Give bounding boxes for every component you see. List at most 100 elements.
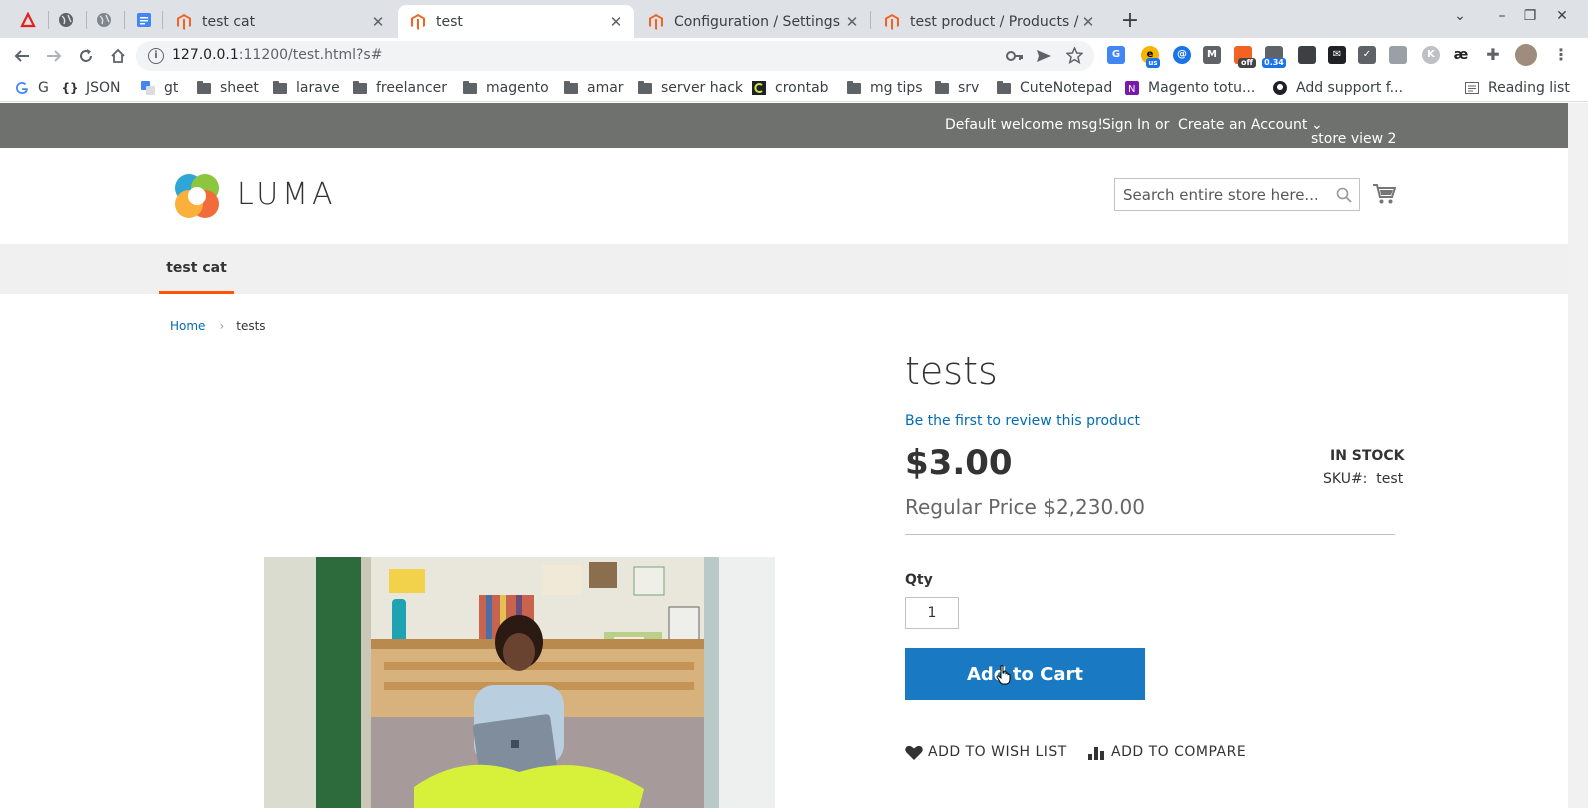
info-icon[interactable]: i bbox=[148, 48, 164, 64]
reload-button[interactable] bbox=[74, 44, 98, 68]
sku-label: SKU#: bbox=[1323, 471, 1368, 487]
search-icon[interactable] bbox=[1336, 187, 1352, 203]
reading-list-button[interactable]: Reading list bbox=[1464, 79, 1570, 97]
home-icon bbox=[111, 48, 125, 63]
compare-label: ADD TO COMPARE bbox=[1111, 744, 1247, 760]
close-icon[interactable]: ✕ bbox=[1080, 13, 1096, 31]
gmail-extension-icon[interactable]: M bbox=[1203, 46, 1221, 64]
bookmark-json[interactable]: {} JSON bbox=[61, 79, 120, 97]
tab-test[interactable]: test ✕ bbox=[398, 5, 634, 38]
tab-search-icon[interactable]: ⌄ bbox=[1450, 8, 1470, 24]
bookmark-sheet[interactable]: sheet bbox=[196, 79, 259, 97]
folder-icon bbox=[272, 80, 288, 95]
folder-icon bbox=[637, 80, 653, 95]
magento-icon bbox=[410, 13, 426, 30]
divider bbox=[905, 534, 1395, 535]
breadcrumb-current: tests bbox=[236, 319, 266, 333]
sku: SKU#: test bbox=[1323, 471, 1403, 487]
bookmark-server-hack[interactable]: server hack bbox=[637, 79, 743, 97]
top-panel-header: Default welcome msg! Sign In or Create a… bbox=[0, 103, 1568, 148]
scrollbar[interactable] bbox=[1568, 103, 1588, 808]
bookmark-g[interactable]: G bbox=[14, 79, 49, 97]
back-button[interactable] bbox=[10, 44, 34, 68]
search-box bbox=[1114, 178, 1360, 211]
menu-icon[interactable]: ⋮ bbox=[1552, 46, 1570, 64]
maximize-icon[interactable]: ❐ bbox=[1520, 8, 1540, 24]
k-extension-icon[interactable]: K bbox=[1422, 46, 1440, 64]
off-badge: off bbox=[1238, 58, 1256, 68]
key-icon[interactable] bbox=[1006, 50, 1024, 62]
pinned-tab-docs[interactable] bbox=[126, 6, 162, 34]
google-translate-extension-icon[interactable]: G bbox=[1107, 46, 1125, 64]
create-account-link[interactable]: Create an Account bbox=[1178, 117, 1307, 133]
tab-test-product[interactable]: test product / Products / ✕ bbox=[872, 5, 1106, 38]
minimize-icon[interactable]: – bbox=[1492, 8, 1512, 24]
reload-icon bbox=[80, 49, 92, 62]
puzzle-icon[interactable]: ✚ bbox=[1484, 46, 1502, 64]
close-icon[interactable]: ✕ bbox=[844, 13, 860, 31]
add-to-wishlist-link[interactable]: ADD TO WISH LIST bbox=[905, 744, 1067, 760]
bookmark-larave[interactable]: larave bbox=[272, 79, 340, 97]
folder-icon bbox=[996, 80, 1012, 95]
close-icon[interactable]: ✕ bbox=[608, 13, 624, 31]
bookmark-gt[interactable]: gt bbox=[140, 79, 178, 97]
ae-extension-icon[interactable]: æ bbox=[1452, 46, 1470, 64]
tab-test-cat[interactable]: test cat ✕ bbox=[164, 5, 396, 38]
qty-label: Qty bbox=[905, 572, 933, 588]
add-to-cart-button[interactable]: Add to Cart bbox=[905, 648, 1145, 700]
home-button[interactable] bbox=[106, 44, 130, 68]
store-view-switcher[interactable]: store view 2 ⌄ bbox=[1311, 117, 1396, 147]
pinned-tab-globe-2[interactable] bbox=[86, 6, 122, 34]
bookmark-label: srv bbox=[958, 80, 980, 96]
forward-button[interactable] bbox=[42, 44, 66, 68]
bookmark-magento-totu[interactable]: N Magento totu... bbox=[1124, 79, 1255, 97]
para-extension-icon[interactable] bbox=[1389, 46, 1407, 64]
tool-extension-icon[interactable]: ✓ bbox=[1358, 46, 1376, 64]
at-extension-icon[interactable]: @ bbox=[1173, 46, 1191, 64]
close-window-icon[interactable]: ✕ bbox=[1552, 8, 1572, 24]
price-badge: 0.34 bbox=[1262, 58, 1286, 68]
chevron-right-icon: › bbox=[219, 319, 225, 333]
bookmark-add-support-f[interactable]: Add support f... bbox=[1272, 79, 1403, 97]
cart-icon[interactable] bbox=[1372, 183, 1396, 205]
send-icon[interactable] bbox=[1036, 49, 1052, 63]
breadcrumb-home-link[interactable]: Home bbox=[170, 319, 205, 333]
svg-text:N: N bbox=[1128, 84, 1135, 95]
address-bar[interactable]: i 127.0.0.1:11200/test.html?s# bbox=[136, 41, 1094, 71]
luma-logo[interactable] bbox=[172, 171, 222, 221]
wappalyzer-extension-icon[interactable] bbox=[1298, 46, 1316, 64]
bookmark-srv[interactable]: srv bbox=[934, 79, 979, 97]
product-image[interactable] bbox=[264, 557, 775, 808]
new-tab-button[interactable]: + bbox=[1118, 8, 1142, 33]
review-link[interactable]: Be the first to review this product bbox=[905, 413, 1140, 429]
pinned-tab-acrobat[interactable] bbox=[10, 6, 46, 34]
mail-extension-icon[interactable]: ✉ bbox=[1328, 46, 1346, 64]
bookmark-amar[interactable]: amar bbox=[563, 79, 624, 97]
nav-item-test-cat[interactable]: test cat bbox=[159, 244, 234, 294]
tab-configuration[interactable]: Configuration / Settings / ✕ bbox=[636, 5, 870, 38]
heart-icon bbox=[905, 745, 923, 760]
avatar[interactable] bbox=[1515, 44, 1537, 66]
wishlist-label: ADD TO WISH LIST bbox=[928, 744, 1067, 760]
search-input[interactable] bbox=[1115, 179, 1325, 210]
browser-tab-bar: test cat ✕ test ✕ Configuration / Settin… bbox=[0, 0, 1588, 38]
close-icon[interactable]: ✕ bbox=[370, 13, 386, 31]
sign-in-link[interactable]: Sign In bbox=[1102, 117, 1150, 133]
bookmark-cutenotepad[interactable]: CuteNotepad bbox=[996, 79, 1112, 97]
bookmark-crontab[interactable]: crontab bbox=[751, 79, 829, 97]
add-to-compare-link[interactable]: ADD TO COMPARE bbox=[1088, 744, 1246, 760]
bookmark-mg-tips[interactable]: mg tips bbox=[846, 79, 923, 97]
breadcrumb: Home › tests bbox=[170, 319, 266, 333]
product-title: tests bbox=[905, 349, 998, 393]
github-icon bbox=[1272, 81, 1288, 95]
reading-list-label: Reading list bbox=[1488, 80, 1570, 96]
reading-list-icon bbox=[1464, 81, 1480, 95]
bookmark-freelancer[interactable]: freelancer bbox=[352, 79, 447, 97]
pinned-tab-globe-1[interactable] bbox=[48, 6, 84, 34]
regular-price: Regular Price $2,230.00 bbox=[905, 495, 1145, 519]
bookmark-magento[interactable]: magento bbox=[462, 79, 549, 97]
star-icon[interactable] bbox=[1066, 47, 1083, 64]
bookmark-label: larave bbox=[296, 80, 340, 96]
qty-input[interactable] bbox=[905, 597, 959, 629]
web-page: Default welcome msg! Sign In or Create a… bbox=[0, 103, 1568, 808]
